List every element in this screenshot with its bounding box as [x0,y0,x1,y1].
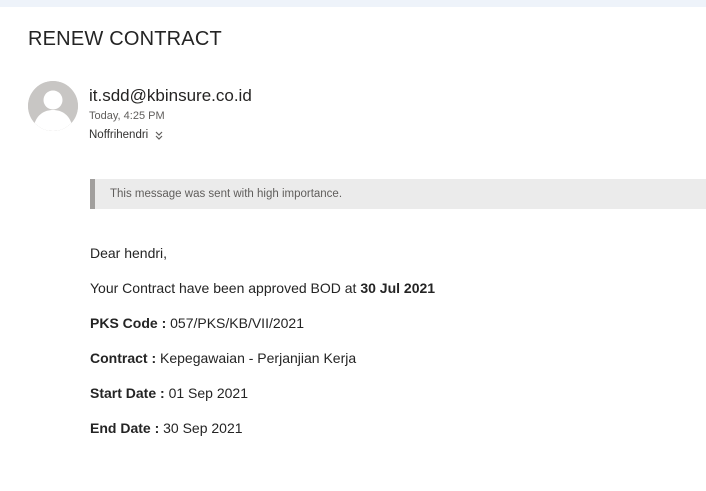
chevron-double-down-icon[interactable] [155,131,163,140]
contract-line: Contract : Kepegawaian - Perjanjian Kerj… [90,350,356,366]
end-date-value: 30 Sep 2021 [159,420,243,436]
approval-date: 30 Jul 2021 [360,280,436,296]
sender-address[interactable]: it.sdd@kbinsure.co.id [89,86,252,106]
recipient-toggle[interactable]: Noffrihendri [89,129,163,141]
end-date-line: End Date : 30 Sep 2021 [90,420,243,436]
start-date-line: Start Date : 01 Sep 2021 [90,385,248,401]
sender-avatar-icon[interactable] [28,81,78,131]
pks-code-value: 057/PKS/KB/VII/2021 [166,315,304,331]
start-date-value: 01 Sep 2021 [164,385,248,401]
end-date-label: End Date : [90,420,160,436]
approval-line: Your Contract have been approved BOD at … [90,280,435,296]
top-strip [0,0,706,7]
email-timestamp: Today, 4:25 PM [89,110,165,122]
greeting-line: Dear hendri, [90,245,167,261]
greeting-text: Dear hendri, [90,245,168,261]
importance-banner: This message was sent with high importan… [90,179,706,209]
contract-value: Kepegawaian - Perjanjian Kerja [156,350,357,366]
start-date-label: Start Date : [90,385,165,401]
contract-label: Contract : [90,350,157,366]
email-subject: RENEW CONTRACT [28,28,222,50]
recipient-name: Noffrihendri [89,129,149,141]
importance-text: This message was sent with high importan… [110,188,343,200]
pks-code-line: PKS Code : 057/PKS/KB/VII/2021 [90,315,304,331]
approval-text: Your Contract have been approved BOD at [90,280,361,296]
pks-code-label: PKS Code : [90,315,167,331]
